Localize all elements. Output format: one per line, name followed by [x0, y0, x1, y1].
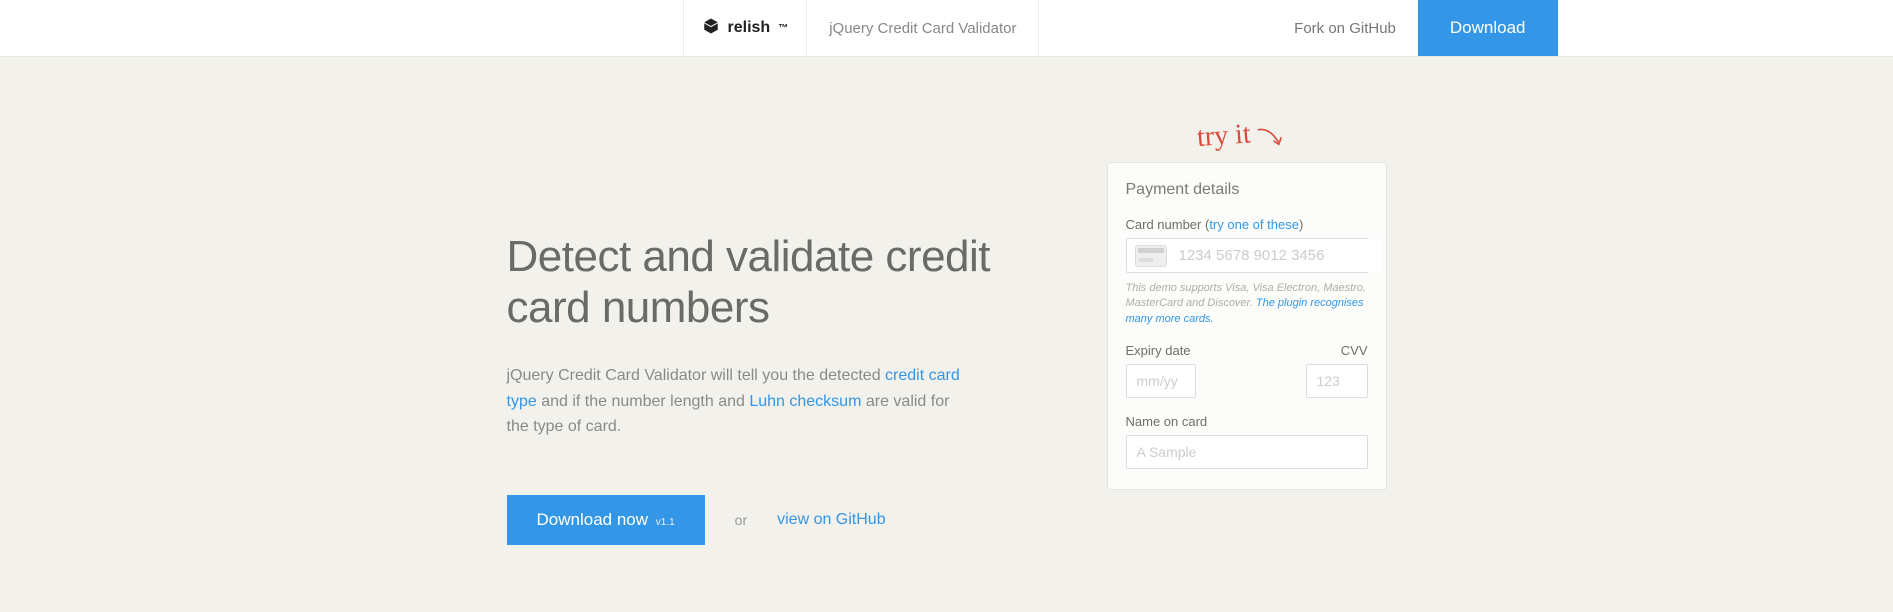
or-text: or	[735, 512, 747, 528]
lead-paragraph: jQuery Credit Card Validator will tell y…	[507, 363, 967, 440]
page-title: Detect and validate credit card numbers	[507, 232, 1047, 333]
download-now-button[interactable]: Download now v1.1	[507, 495, 705, 545]
arrow-icon	[1254, 114, 1286, 152]
try-it-callout: try it	[1195, 114, 1286, 156]
name-input[interactable]	[1126, 435, 1368, 469]
product-label[interactable]: jQuery Credit Card Validator	[807, 0, 1039, 56]
expiry-input[interactable]	[1126, 364, 1196, 398]
luhn-checksum-link[interactable]: Luhn checksum	[749, 393, 861, 410]
fork-github-link[interactable]: Fork on GitHub	[1272, 0, 1418, 56]
credit-card-icon	[1135, 245, 1167, 267]
card-number-input[interactable]	[1175, 239, 1382, 272]
view-github-link[interactable]: view on GitHub	[777, 511, 886, 529]
payment-form: Payment details Card number (try one of …	[1107, 162, 1387, 490]
name-label: Name on card	[1126, 414, 1368, 429]
brand-label: relish	[728, 19, 771, 37]
download-nav-button[interactable]: Download	[1418, 0, 1558, 56]
demo-hint: This demo supports Visa, Visa Electron, …	[1126, 281, 1368, 327]
cube-icon	[702, 17, 720, 40]
brand-link[interactable]: relish™	[683, 0, 808, 56]
expiry-label: Expiry date	[1126, 343, 1196, 358]
card-number-label: Card number (try one of these)	[1126, 217, 1368, 232]
cvv-input[interactable]	[1306, 364, 1368, 398]
top-nav: relish™ jQuery Credit Card Validator For…	[0, 0, 1893, 57]
cvv-label: CVV	[1306, 343, 1368, 358]
try-one-link[interactable]: try one of these	[1209, 217, 1299, 232]
version-label: v1.1	[656, 517, 675, 528]
hero-section: Detect and validate credit card numbers …	[507, 162, 1047, 545]
card-number-field-wrap	[1126, 238, 1368, 273]
form-title: Payment details	[1126, 181, 1368, 199]
